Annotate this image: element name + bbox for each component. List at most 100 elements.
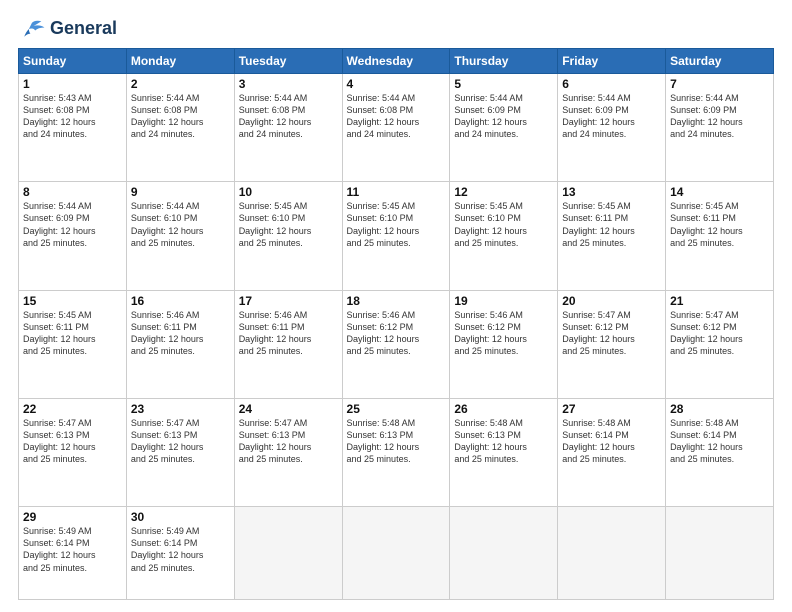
calendar-week-row: 29Sunrise: 5:49 AM Sunset: 6:14 PM Dayli… [19, 507, 774, 600]
day-number: 4 [347, 77, 446, 91]
calendar-cell [558, 507, 666, 600]
day-info: Sunrise: 5:43 AM Sunset: 6:08 PM Dayligh… [23, 92, 122, 141]
day-number: 27 [562, 402, 661, 416]
day-number: 2 [131, 77, 230, 91]
day-number: 19 [454, 294, 553, 308]
calendar-cell: 25Sunrise: 5:48 AM Sunset: 6:13 PM Dayli… [342, 398, 450, 506]
day-info: Sunrise: 5:44 AM Sunset: 6:09 PM Dayligh… [23, 200, 122, 249]
calendar-cell: 9Sunrise: 5:44 AM Sunset: 6:10 PM Daylig… [126, 182, 234, 290]
day-info: Sunrise: 5:44 AM Sunset: 6:08 PM Dayligh… [347, 92, 446, 141]
day-number: 29 [23, 510, 122, 524]
calendar-table: SundayMondayTuesdayWednesdayThursdayFrid… [18, 48, 774, 600]
calendar-cell: 16Sunrise: 5:46 AM Sunset: 6:11 PM Dayli… [126, 290, 234, 398]
day-info: Sunrise: 5:45 AM Sunset: 6:10 PM Dayligh… [454, 200, 553, 249]
day-number: 6 [562, 77, 661, 91]
day-number: 15 [23, 294, 122, 308]
calendar-week-row: 15Sunrise: 5:45 AM Sunset: 6:11 PM Dayli… [19, 290, 774, 398]
calendar-cell: 20Sunrise: 5:47 AM Sunset: 6:12 PM Dayli… [558, 290, 666, 398]
day-info: Sunrise: 5:46 AM Sunset: 6:12 PM Dayligh… [454, 309, 553, 358]
calendar-cell: 14Sunrise: 5:45 AM Sunset: 6:11 PM Dayli… [666, 182, 774, 290]
calendar-cell: 2Sunrise: 5:44 AM Sunset: 6:08 PM Daylig… [126, 74, 234, 182]
day-info: Sunrise: 5:49 AM Sunset: 6:14 PM Dayligh… [131, 525, 230, 574]
day-number: 10 [239, 185, 338, 199]
calendar-cell [450, 507, 558, 600]
day-info: Sunrise: 5:46 AM Sunset: 6:11 PM Dayligh… [239, 309, 338, 358]
day-number: 11 [347, 185, 446, 199]
day-info: Sunrise: 5:47 AM Sunset: 6:13 PM Dayligh… [239, 417, 338, 466]
weekday-header-sunday: Sunday [19, 49, 127, 74]
day-number: 5 [454, 77, 553, 91]
day-number: 20 [562, 294, 661, 308]
day-number: 1 [23, 77, 122, 91]
calendar-cell: 21Sunrise: 5:47 AM Sunset: 6:12 PM Dayli… [666, 290, 774, 398]
day-number: 21 [670, 294, 769, 308]
calendar-cell: 7Sunrise: 5:44 AM Sunset: 6:09 PM Daylig… [666, 74, 774, 182]
day-info: Sunrise: 5:48 AM Sunset: 6:13 PM Dayligh… [454, 417, 553, 466]
calendar-week-row: 1Sunrise: 5:43 AM Sunset: 6:08 PM Daylig… [19, 74, 774, 182]
day-number: 9 [131, 185, 230, 199]
calendar-cell: 24Sunrise: 5:47 AM Sunset: 6:13 PM Dayli… [234, 398, 342, 506]
day-number: 30 [131, 510, 230, 524]
day-info: Sunrise: 5:44 AM Sunset: 6:10 PM Dayligh… [131, 200, 230, 249]
calendar-cell: 28Sunrise: 5:48 AM Sunset: 6:14 PM Dayli… [666, 398, 774, 506]
day-info: Sunrise: 5:45 AM Sunset: 6:10 PM Dayligh… [239, 200, 338, 249]
calendar-cell: 22Sunrise: 5:47 AM Sunset: 6:13 PM Dayli… [19, 398, 127, 506]
day-number: 18 [347, 294, 446, 308]
calendar-cell: 29Sunrise: 5:49 AM Sunset: 6:14 PM Dayli… [19, 507, 127, 600]
day-number: 17 [239, 294, 338, 308]
logo-bird-icon [18, 18, 46, 40]
day-number: 25 [347, 402, 446, 416]
calendar-cell: 13Sunrise: 5:45 AM Sunset: 6:11 PM Dayli… [558, 182, 666, 290]
calendar-cell [342, 507, 450, 600]
calendar-cell: 30Sunrise: 5:49 AM Sunset: 6:14 PM Dayli… [126, 507, 234, 600]
weekday-header-wednesday: Wednesday [342, 49, 450, 74]
day-info: Sunrise: 5:44 AM Sunset: 6:08 PM Dayligh… [131, 92, 230, 141]
day-info: Sunrise: 5:45 AM Sunset: 6:11 PM Dayligh… [670, 200, 769, 249]
day-info: Sunrise: 5:46 AM Sunset: 6:11 PM Dayligh… [131, 309, 230, 358]
weekday-header-saturday: Saturday [666, 49, 774, 74]
calendar-cell: 19Sunrise: 5:46 AM Sunset: 6:12 PM Dayli… [450, 290, 558, 398]
calendar-cell: 23Sunrise: 5:47 AM Sunset: 6:13 PM Dayli… [126, 398, 234, 506]
day-number: 13 [562, 185, 661, 199]
weekday-header-monday: Monday [126, 49, 234, 74]
day-info: Sunrise: 5:47 AM Sunset: 6:13 PM Dayligh… [23, 417, 122, 466]
day-number: 12 [454, 185, 553, 199]
weekday-header-row: SundayMondayTuesdayWednesdayThursdayFrid… [19, 49, 774, 74]
day-number: 24 [239, 402, 338, 416]
calendar-cell: 8Sunrise: 5:44 AM Sunset: 6:09 PM Daylig… [19, 182, 127, 290]
day-info: Sunrise: 5:45 AM Sunset: 6:11 PM Dayligh… [562, 200, 661, 249]
day-number: 14 [670, 185, 769, 199]
calendar-cell: 1Sunrise: 5:43 AM Sunset: 6:08 PM Daylig… [19, 74, 127, 182]
weekday-header-tuesday: Tuesday [234, 49, 342, 74]
day-number: 3 [239, 77, 338, 91]
calendar-cell: 15Sunrise: 5:45 AM Sunset: 6:11 PM Dayli… [19, 290, 127, 398]
calendar-cell: 10Sunrise: 5:45 AM Sunset: 6:10 PM Dayli… [234, 182, 342, 290]
calendar-cell: 4Sunrise: 5:44 AM Sunset: 6:08 PM Daylig… [342, 74, 450, 182]
day-info: Sunrise: 5:47 AM Sunset: 6:13 PM Dayligh… [131, 417, 230, 466]
weekday-header-thursday: Thursday [450, 49, 558, 74]
day-number: 22 [23, 402, 122, 416]
day-info: Sunrise: 5:48 AM Sunset: 6:14 PM Dayligh… [670, 417, 769, 466]
calendar-body: 1Sunrise: 5:43 AM Sunset: 6:08 PM Daylig… [19, 74, 774, 600]
calendar-cell: 3Sunrise: 5:44 AM Sunset: 6:08 PM Daylig… [234, 74, 342, 182]
calendar-cell: 6Sunrise: 5:44 AM Sunset: 6:09 PM Daylig… [558, 74, 666, 182]
day-info: Sunrise: 5:47 AM Sunset: 6:12 PM Dayligh… [670, 309, 769, 358]
calendar-cell: 11Sunrise: 5:45 AM Sunset: 6:10 PM Dayli… [342, 182, 450, 290]
logo: General [18, 18, 117, 40]
day-number: 23 [131, 402, 230, 416]
day-info: Sunrise: 5:45 AM Sunset: 6:10 PM Dayligh… [347, 200, 446, 249]
day-info: Sunrise: 5:45 AM Sunset: 6:11 PM Dayligh… [23, 309, 122, 358]
calendar-cell: 18Sunrise: 5:46 AM Sunset: 6:12 PM Dayli… [342, 290, 450, 398]
day-number: 16 [131, 294, 230, 308]
day-info: Sunrise: 5:49 AM Sunset: 6:14 PM Dayligh… [23, 525, 122, 574]
page: General SundayMondayTuesdayWednesdayThur… [0, 0, 792, 612]
day-number: 26 [454, 402, 553, 416]
calendar-cell: 12Sunrise: 5:45 AM Sunset: 6:10 PM Dayli… [450, 182, 558, 290]
calendar-cell [234, 507, 342, 600]
day-number: 28 [670, 402, 769, 416]
day-info: Sunrise: 5:48 AM Sunset: 6:13 PM Dayligh… [347, 417, 446, 466]
day-number: 7 [670, 77, 769, 91]
calendar-week-row: 8Sunrise: 5:44 AM Sunset: 6:09 PM Daylig… [19, 182, 774, 290]
weekday-header-friday: Friday [558, 49, 666, 74]
calendar-cell: 26Sunrise: 5:48 AM Sunset: 6:13 PM Dayli… [450, 398, 558, 506]
